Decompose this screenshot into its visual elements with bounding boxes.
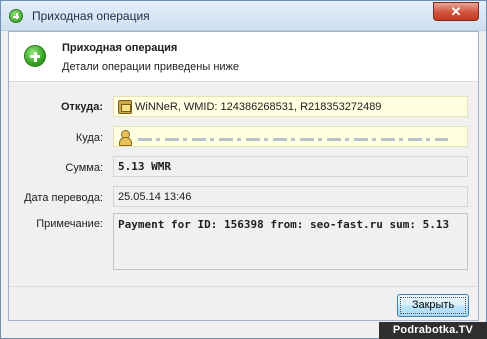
amount-value: 5.13 WMR [118, 160, 171, 173]
window-close-button[interactable]: ✕ [433, 2, 479, 21]
to-label: Куда: [75, 132, 103, 144]
watermark: Podrabotka.TV [379, 322, 487, 339]
amount-label: Сумма: [65, 162, 103, 174]
plus-circle-icon [24, 45, 46, 67]
from-label: Откуда: [60, 101, 103, 113]
person-icon [118, 130, 132, 146]
from-value: WiNNeR, WMID: 124386268531, R21835327248… [135, 101, 382, 113]
note-field[interactable]: Payment for ID: 156398 from: seo-fast.ru… [113, 213, 468, 270]
dialog-header: Приходная операция Детали операции приве… [9, 32, 478, 82]
wallet-icon [118, 100, 132, 114]
date-label: Дата перевода: [24, 192, 103, 204]
dialog-window: Приходная операция ✕ Приходная операция … [0, 0, 487, 339]
note-label: Примечание: [36, 218, 103, 230]
date-field[interactable]: 25.05.14 13:46 [113, 186, 468, 207]
note-value: Payment for ID: 156398 from: seo-fast.ru… [118, 218, 450, 231]
title-bar[interactable]: Приходная операция ✕ [1, 1, 486, 31]
plus-circle-icon [9, 9, 23, 23]
date-value: 25.05.14 13:46 [118, 191, 192, 203]
header-title: Приходная операция [62, 42, 178, 54]
header-subtitle: Детали операции приведены ниже [62, 61, 240, 73]
footer-divider [9, 286, 478, 287]
from-field[interactable]: WiNNeR, WMID: 124386268531, R21835327248… [113, 96, 468, 117]
to-field[interactable] [113, 126, 468, 147]
redacted-text [138, 138, 448, 141]
dialog-body: Приходная операция Детали операции приве… [8, 31, 479, 321]
amount-field[interactable]: 5.13 WMR [113, 156, 468, 177]
close-button[interactable]: Закрыть [397, 294, 469, 317]
window-title: Приходная операция [32, 9, 150, 23]
